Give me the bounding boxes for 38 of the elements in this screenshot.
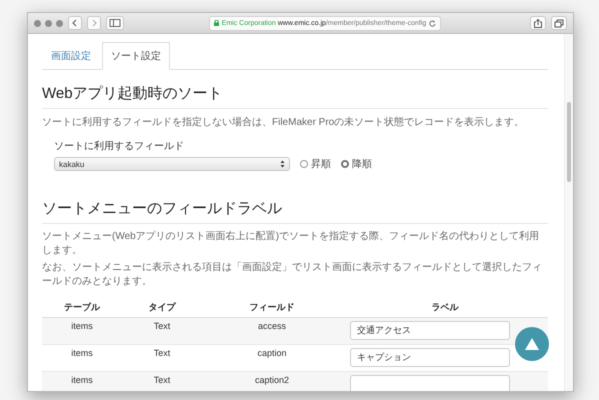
radio-button[interactable] <box>300 160 308 168</box>
sidebar-icon <box>109 19 121 27</box>
scrollbar-thumb[interactable] <box>567 102 571 182</box>
forward-button[interactable] <box>87 16 101 30</box>
tab[interactable]: ソート設定 <box>102 42 170 70</box>
radio-label[interactable]: 降順 <box>352 157 372 171</box>
chevron-left-icon <box>71 19 79 27</box>
back-button[interactable] <box>68 16 82 30</box>
radio-label[interactable]: 昇順 <box>311 157 331 171</box>
triangle-up-icon <box>524 337 540 351</box>
reload-icon[interactable] <box>429 20 436 26</box>
section-heading: Webアプリ起動時のソート <box>42 84 548 109</box>
table-cell: items <box>42 372 122 391</box>
lock-icon <box>214 20 219 26</box>
table-cell: items <box>42 318 122 345</box>
table-cell: caption2 <box>202 372 342 391</box>
label-input[interactable]: キャプション <box>350 348 510 367</box>
table-cell: access <box>202 318 342 345</box>
sidebar-button[interactable] <box>106 16 124 30</box>
chevron-right-icon <box>90 19 98 27</box>
description-text: ソートメニュー(Webアプリのリスト画面右上に配置)でソートを指定する際、フィールド名の代わりとして利用します。 <box>42 230 540 257</box>
field-select[interactable]: kakaku <box>54 157 290 171</box>
table-cell: Text <box>122 372 202 391</box>
table-cell: Text <box>122 318 202 345</box>
tab[interactable]: 画面設定 <box>42 42 100 70</box>
description-text: なお、ソートメニューに表示される項目は「画面設定」でリスト画面に表示するフィールドとして選択したフィールドのみとなります。 <box>42 261 543 288</box>
description-text: ソートに利用するフィールドを指定しない場合は、FileMaker Proの未ソート状態でレコードを表示します。 <box>42 116 526 129</box>
field-label: ソートに利用するフィールド <box>54 140 184 153</box>
section-heading: ソートメニューのフィールドラベル <box>42 199 548 224</box>
radio-button[interactable] <box>341 160 349 168</box>
tabs-button[interactable] <box>551 16 567 30</box>
updown-caret-icon <box>280 160 285 168</box>
scroll-to-top-button[interactable] <box>515 327 549 361</box>
share-icon <box>533 18 543 28</box>
label-input[interactable] <box>350 375 510 391</box>
share-button[interactable] <box>530 16 546 30</box>
label-input[interactable]: 交通アクセス <box>350 321 510 340</box>
tabs-icon <box>554 18 564 28</box>
